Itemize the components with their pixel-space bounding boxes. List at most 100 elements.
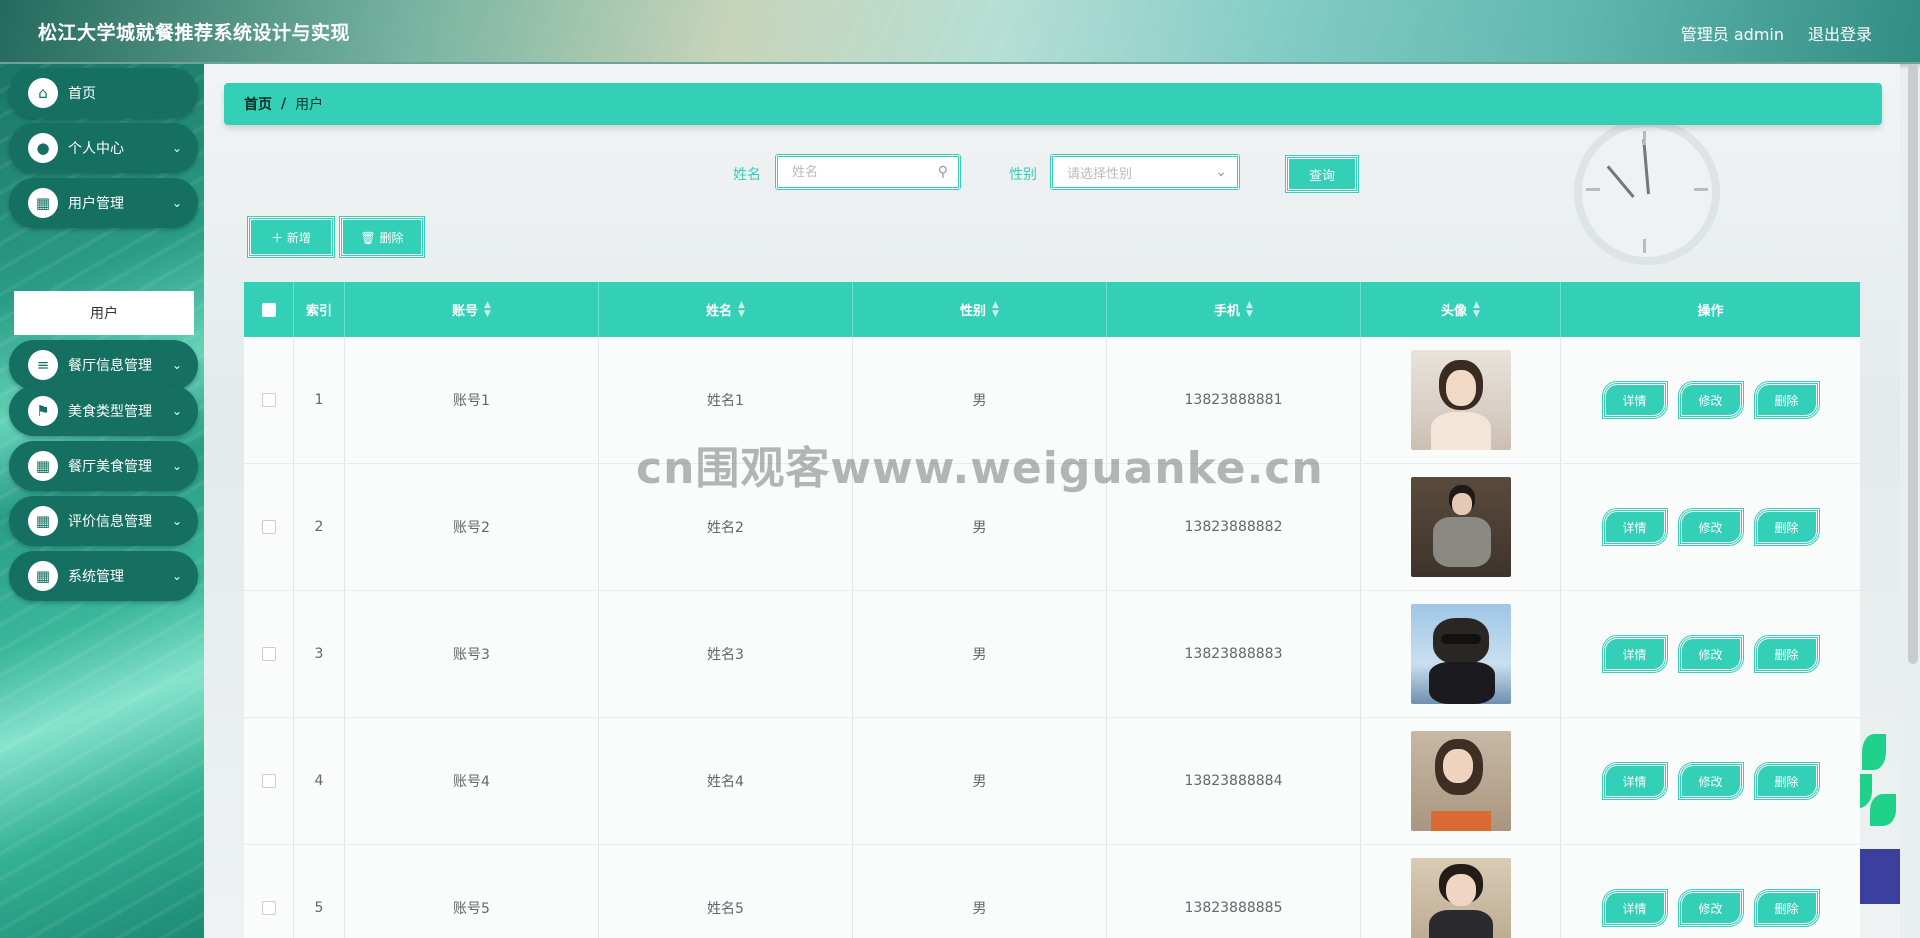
avatar-flowers [1430, 811, 1491, 831]
sort-icon[interactable]: ▲ ▼ [1246, 300, 1253, 319]
chevron-down-icon: ⌄ [172, 141, 183, 155]
sort-icon[interactable]: ▲ ▼ [738, 300, 745, 319]
add-button[interactable]: ＋ 新增 [247, 216, 335, 258]
cell-gender: 男 [853, 464, 1107, 590]
sidebar-item-food-type[interactable]: ⚑ 美食类型管理 ⌄ [9, 386, 198, 436]
submenu-item-users[interactable]: 用户 [14, 291, 194, 335]
search-icon: ⚲ [937, 164, 948, 180]
sort-icon[interactable]: ▲ ▼ [992, 300, 999, 319]
sidebar-item-user-management[interactable]: ▦ 用户管理 ⌄ [9, 178, 198, 228]
grid-icon: ▦ [28, 561, 58, 591]
edit-button[interactable]: 修改 [1677, 762, 1744, 800]
sort-icon[interactable]: ▲ ▼ [484, 300, 491, 319]
avatar-face [1445, 874, 1476, 906]
table-header: 索引 账号 ▲ ▼ 姓名 ▲ ▼ 性别 ▲ ▼ 手机 ▲ ▼ 头像 ▲ ▼ 操作 [244, 282, 1860, 337]
cell-account: 账号3 [345, 591, 599, 717]
cell-name: 姓名3 [599, 591, 853, 717]
name-label: 姓名 [733, 167, 761, 183]
main-content: 首页 / 用户 姓名 ⚲ 性别 请选择性别 ⌄ 查询 ＋ 新增 🗑 删除 索引 … [204, 64, 1900, 938]
cell-ops: 详情 修改 删除 [1561, 337, 1860, 463]
sidebar-item-system[interactable]: ▦ 系统管理 ⌄ [9, 551, 198, 601]
person-icon: ● [28, 133, 58, 163]
header-name[interactable]: 姓名 ▲ ▼ [599, 282, 853, 337]
table-row: 3 账号3 姓名3 男 13823888883 详情 修改 删除 [244, 591, 1860, 718]
breadcrumb-separator: / [281, 96, 287, 112]
edit-button[interactable]: 修改 [1677, 508, 1744, 546]
avatar [1410, 858, 1511, 938]
gender-label: 性别 [1009, 167, 1037, 183]
delete-button[interactable]: 删除 [1753, 635, 1820, 673]
home-icon: ⌂ [28, 78, 58, 108]
page-scrollbar[interactable] [1908, 64, 1918, 664]
cell-account: 账号5 [345, 845, 599, 938]
delete-button[interactable]: 删除 [1753, 762, 1820, 800]
row-actions: 详情 修改 删除 [1601, 889, 1820, 927]
cell-account: 账号1 [345, 337, 599, 463]
cell-avatar [1361, 464, 1561, 590]
users-table: 索引 账号 ▲ ▼ 姓名 ▲ ▼ 性别 ▲ ▼ 手机 ▲ ▼ 头像 ▲ ▼ 操作 1 账号1 姓名1… [244, 282, 1860, 938]
delete-button[interactable]: 删除 [1753, 381, 1820, 419]
sort-icon[interactable]: ▲ ▼ [1473, 300, 1480, 319]
table-row: 4 账号4 姓名4 男 13823888884 详情 修改 删除 [244, 718, 1860, 845]
delete-button[interactable]: 删除 [1753, 889, 1820, 927]
chevron-down-icon: ⌄ [172, 459, 183, 473]
avatar [1410, 731, 1511, 831]
detail-button[interactable]: 详情 [1601, 381, 1668, 419]
edit-button[interactable]: 修改 [1677, 889, 1744, 927]
header-phone[interactable]: 手机 ▲ ▼ [1107, 282, 1361, 337]
detail-button[interactable]: 详情 [1601, 635, 1668, 673]
name-search-box[interactable]: ⚲ [775, 154, 962, 190]
chevron-down-icon: ⌄ [172, 404, 183, 418]
header-avatar-label: 头像 [1441, 304, 1468, 319]
row-checkbox[interactable] [261, 647, 276, 661]
header-avatar[interactable]: 头像 ▲ ▼ [1361, 282, 1561, 337]
header-ops: 操作 [1697, 304, 1724, 319]
cell-phone: 13823888884 [1107, 718, 1361, 844]
cell-ops: 详情 修改 删除 [1561, 464, 1860, 590]
gender-select[interactable]: 请选择性别 ⌄ [1050, 154, 1240, 190]
row-checkbox[interactable] [261, 393, 276, 407]
name-search-input[interactable] [792, 164, 962, 180]
header-account[interactable]: 账号 ▲ ▼ [345, 282, 599, 337]
row-select-cell [244, 464, 294, 590]
chevron-down-icon: ⌄ [172, 196, 183, 210]
edit-button[interactable]: 修改 [1677, 381, 1744, 419]
grid-icon: ▦ [28, 451, 58, 481]
logout-link[interactable]: 退出登录 [1808, 21, 1872, 45]
row-checkbox[interactable] [261, 774, 276, 788]
sidebar: ⌂ 首页 ● 个人中心 ⌄ ▦ 用户管理 ⌄ 用户 ≡ 餐厅信息管理 ⌄ ⚑ 美… [0, 64, 204, 938]
row-checkbox[interactable] [261, 901, 276, 915]
row-checkbox[interactable] [261, 520, 276, 534]
edit-button[interactable]: 修改 [1677, 635, 1744, 673]
cell-index: 4 [294, 718, 345, 844]
avatar [1410, 477, 1511, 577]
sidebar-item-profile[interactable]: ● 个人中心 ⌄ [9, 123, 198, 173]
header-gender[interactable]: 性别 ▲ ▼ [853, 282, 1107, 337]
app-title: 松江大学城就餐推荐系统设计与实现 [38, 22, 351, 44]
sidebar-item-label: 美食类型管理 [68, 404, 152, 420]
select-all-checkbox[interactable] [261, 302, 276, 317]
detail-button[interactable]: 详情 [1601, 508, 1668, 546]
sidebar-item-restaurant-food[interactable]: ▦ 餐厅美食管理 ⌄ [9, 441, 198, 491]
cell-gender: 男 [853, 591, 1107, 717]
breadcrumb-current: 用户 [295, 97, 324, 113]
avatar-body [1430, 412, 1491, 450]
sidebar-item-reviews[interactable]: ▦ 评价信息管理 ⌄ [9, 496, 198, 546]
header-index: 索引 [294, 282, 345, 337]
cell-index: 3 [294, 591, 345, 717]
detail-button[interactable]: 详情 [1601, 762, 1668, 800]
row-select-cell [244, 591, 294, 717]
row-select-cell [244, 845, 294, 938]
detail-button[interactable]: 详情 [1601, 889, 1668, 927]
row-actions: 详情 修改 删除 [1601, 635, 1820, 673]
cell-avatar [1361, 845, 1561, 938]
cell-phone: 13823888882 [1107, 464, 1361, 590]
sidebar-item-home[interactable]: ⌂ 首页 [9, 68, 198, 118]
delete-button[interactable]: 删除 [1753, 508, 1820, 546]
sidebar-item-label: 系统管理 [68, 569, 124, 585]
query-button[interactable]: 查询 [1285, 155, 1359, 193]
sidebar-item-restaurant-info[interactable]: ≡ 餐厅信息管理 ⌄ [9, 340, 198, 390]
breadcrumb-home[interactable]: 首页 [244, 94, 272, 114]
batch-delete-button[interactable]: 🗑 删除 [339, 216, 425, 258]
cell-gender: 男 [853, 845, 1107, 938]
